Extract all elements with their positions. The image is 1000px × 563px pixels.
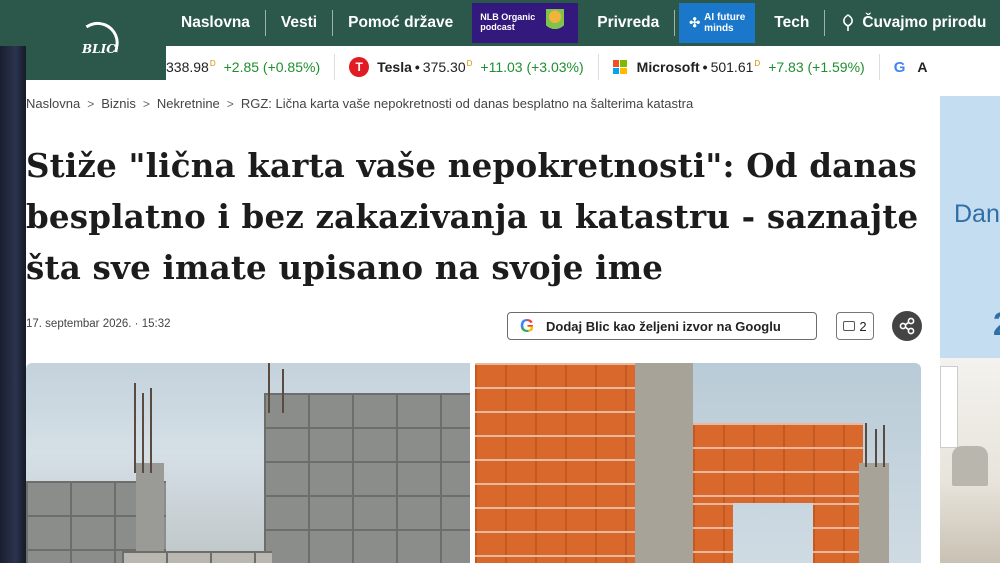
blic-logo[interactable]: BLIC	[26, 0, 166, 80]
ticker-change: +11.03 (+3.03%)	[480, 59, 584, 75]
ai-banner-line2: minds	[704, 23, 734, 34]
nlb-banner-text: NLB Organic podcast	[480, 12, 535, 33]
comments-count: 2	[859, 318, 867, 334]
google-logo-icon: G	[893, 58, 906, 76]
brick-wall	[693, 503, 733, 563]
ticker-change: +7.83 (+1.59%)	[768, 59, 865, 75]
microsoft-logo-icon	[612, 60, 627, 74]
share-button[interactable]	[892, 311, 922, 341]
currency-marker: D	[466, 59, 473, 69]
currency-marker: D	[209, 59, 216, 69]
ticker-price: 501.61D	[711, 59, 761, 75]
currency-marker: D	[754, 59, 761, 69]
nav-divider	[674, 10, 676, 36]
share-icon	[899, 317, 915, 335]
ticker-name: A	[917, 59, 928, 75]
rebar	[150, 388, 152, 473]
ticker-item-microsoft[interactable]: Microsoft • 501.61D +7.83 (+1.59%)	[612, 59, 865, 75]
rebar	[142, 393, 144, 473]
rebar	[875, 429, 877, 467]
nav-item-naslovna[interactable]: Naslovna	[166, 0, 265, 46]
article-title: Stiže "lična karta vaše nepokretnosti": …	[26, 146, 919, 287]
ticker-divider	[334, 54, 336, 80]
google-button-label: Dodaj Blic kao željeni izvor na Googlu	[546, 318, 781, 334]
sidebar-ad-number: 2	[993, 306, 1000, 343]
brick-wall	[813, 503, 863, 563]
breadcrumb-item-naslovna[interactable]: Naslovna	[26, 96, 80, 111]
ticker-item-google[interactable]: G A	[894, 59, 928, 76]
ticker-name: Microsoft	[636, 59, 700, 75]
ai-banner-text: AI future minds	[704, 12, 745, 34]
concrete-pillar	[859, 463, 889, 563]
ticker-price: 338.98D	[166, 59, 216, 75]
rebar	[134, 383, 136, 473]
nav-item-pomoc-drzave[interactable]: Pomoć države	[333, 0, 468, 46]
article-image-concrete-blocks	[26, 363, 470, 563]
comment-icon	[843, 321, 856, 331]
leaf-icon	[843, 14, 854, 31]
nav-item-vesti[interactable]: Vesti	[266, 0, 332, 46]
brick-wall	[693, 423, 863, 503]
nav-item-label: Čuvajmo prirodu	[862, 14, 987, 31]
logo-mark: BLIC	[74, 18, 123, 60]
ticker-price-value: 501.61	[710, 59, 754, 75]
nav-item-privreda[interactable]: Privreda	[582, 0, 674, 46]
article-date: 17. septembar 2026. · 15:32	[26, 318, 171, 330]
wall-pillar	[136, 463, 164, 563]
ticker-name: Tesla	[377, 59, 412, 75]
nlb-banner-line2: podcast	[480, 22, 515, 32]
ticker-price: 375.30D	[423, 59, 473, 75]
block-stack	[122, 551, 272, 563]
ai-banner-line1: AI future	[704, 12, 746, 23]
block-wall	[264, 393, 470, 563]
sidebar-ad-text: Dan	[954, 200, 1000, 228]
sidebar-ad-cabinet	[940, 366, 958, 448]
ticker-price-value: 338.98	[166, 59, 209, 75]
ticker-dot: •	[702, 59, 708, 75]
chevron-right-icon: >	[226, 96, 234, 111]
breadcrumb: Naslovna > Biznis > Nekretnine > RGZ: Li…	[26, 96, 693, 111]
comments-button[interactable]: 2	[836, 312, 874, 340]
rebar	[268, 363, 270, 413]
ticker-dot: •	[414, 59, 420, 75]
main-nav: Naslovna Vesti Pomoć države NLB Organic p…	[166, 0, 1000, 46]
flower-icon	[546, 9, 565, 35]
rebar	[865, 423, 867, 467]
rebar	[883, 425, 885, 467]
ticker-divider	[597, 54, 599, 80]
ticker-item[interactable]: 338.98D +2.85 (+0.85%)	[166, 59, 320, 75]
article-image-brick-wall	[475, 363, 921, 563]
breadcrumb-item-biznis[interactable]: Biznis	[101, 96, 136, 111]
sidebar-ad-chair	[952, 446, 988, 486]
logo-text: BLIC	[82, 42, 116, 56]
ticker-item-tesla[interactable]: T Tesla • 375.30D +11.03 (+3.03%)	[349, 57, 584, 77]
nav-item-tech[interactable]: Tech	[759, 0, 824, 46]
window-edge	[0, 0, 26, 563]
window-edge-glow	[0, 0, 26, 563]
ticker-change: +2.85 (+0.85%)	[223, 59, 321, 75]
ticker-divider	[878, 54, 880, 80]
sidebar-advertisement[interactable]: Dan 2	[940, 96, 1000, 563]
nav-item-cuvajmo-prirodu[interactable]: Čuvajmo prirodu	[825, 0, 1000, 46]
chevron-right-icon: >	[142, 96, 150, 111]
nlb-podcast-banner[interactable]: NLB Organic podcast	[472, 3, 579, 43]
sparkle-icon: ✣	[689, 14, 701, 30]
stock-ticker: 338.98D +2.85 (+0.85%) T Tesla • 375.30D…	[166, 46, 1000, 88]
google-g-icon: G	[520, 315, 535, 336]
chevron-right-icon: >	[87, 96, 95, 111]
brick-wall	[475, 363, 635, 563]
breadcrumb-item-nekretnine[interactable]: Nekretnine	[157, 96, 220, 111]
rebar	[282, 369, 284, 413]
ai-future-minds-banner[interactable]: ✣ AI future minds	[679, 3, 756, 43]
ticker-price-value: 375.30	[422, 59, 466, 75]
concrete-pillar	[635, 363, 693, 563]
tesla-logo-icon: T	[349, 57, 370, 77]
breadcrumb-current: RGZ: Lična karta vaše nepokretnosti od d…	[240, 96, 694, 111]
add-google-source-button[interactable]: G Dodaj Blic kao željeni izvor na Googlu	[507, 312, 817, 340]
